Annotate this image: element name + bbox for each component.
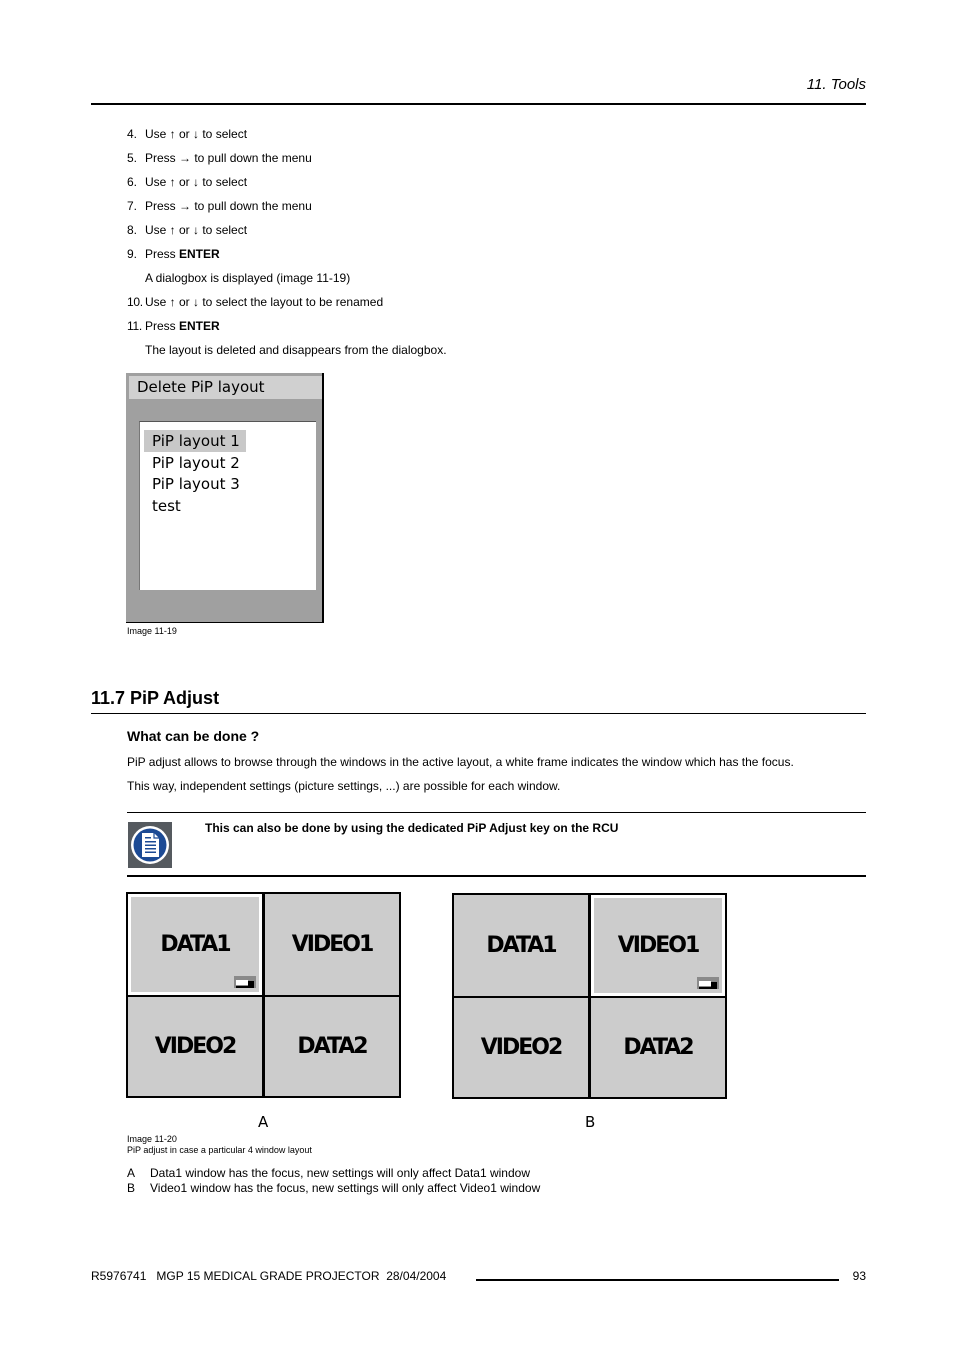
step-item: 9. Press ENTER [127,242,447,266]
step-number: 11. [127,319,142,333]
pip-window-data2: DATA2 [591,998,725,1097]
step-item: 5. Press → to pull down the menu [127,146,447,170]
step-number: 10. [127,295,143,309]
layout-list-item[interactable]: test [144,495,187,517]
step-item: 8. Use ↑ or ↓ to select [127,218,447,242]
chapter-title: 11. Tools [806,76,866,93]
header-divider [91,103,866,105]
note-text: This can also be done by using the dedic… [205,821,619,835]
step-item: 6. Use ↑ or ↓ to select [127,170,447,194]
step-result: The layout is deleted and disappears fro… [127,338,447,362]
window-label: DATA2 [623,1035,694,1060]
legend-item: B Video1 window has the focus, new settin… [127,1181,540,1195]
layout-list-item[interactable]: PiP layout 2 [144,452,246,474]
step-text: A dialogbox is displayed (image 11-19) [145,271,351,285]
step-text: Press [145,247,180,261]
subsection-title: What can be done ? [127,728,260,744]
window-label: DATA2 [297,1034,368,1059]
footer-divider [476,1279,839,1281]
step-number: 9. [127,247,138,261]
figure-label-a: A [258,1113,269,1131]
paragraph: This way, independent settings (picture … [127,779,561,793]
step-item: 7. Press → to pull down the menu [127,194,447,218]
window-label: VIDEO2 [154,1034,238,1059]
window-label: VIDEO2 [480,1035,564,1060]
step-number: 7. [127,199,138,213]
pip-layout-figure-b: DATA1 VIDEO1 VIDEO2 DATA2 [452,893,727,1099]
step-result: A dialogbox is displayed (image 11-19) [127,266,447,290]
step-number: 5. [127,151,138,165]
image-caption: Image 11-19 [127,626,177,636]
pip-window-video1: VIDEO1 [591,895,725,996]
legend-text: Data1 window has the focus, new settings… [150,1166,530,1180]
pip-window-video2: VIDEO2 [454,998,588,1097]
pip-layout-figure-a: DATA1 VIDEO1 VIDEO2 DATA2 [126,892,401,1098]
focus-indicator-icon [234,976,256,988]
image-caption-text: PiP adjust in case a particular 4 window… [127,1145,312,1155]
page-number: 93 [852,1269,866,1283]
key-name: ENTER [179,247,220,261]
figure-label-b: B [585,1113,596,1131]
pip-window-data1: DATA1 [454,895,588,996]
footer-document-info: R5976741 MGP 15 MEDICAL GRADE PROJECTOR … [91,1269,447,1283]
step-text: Use ↑ or ↓ to select [145,175,248,189]
window-label: VIDEO1 [291,932,375,957]
window-label: VIDEO1 [617,933,701,958]
layout-list-item-selected[interactable]: PiP layout 1 [144,430,246,452]
step-text: Press → to pull down the menu [145,151,312,165]
step-item: 10. Use ↑ or ↓ to select the layout to be… [127,290,447,314]
window-label: DATA1 [486,933,557,958]
step-item: 4. Use ↑ or ↓ to select [127,122,447,146]
note-divider-bottom [127,875,866,877]
step-text: Use ↑ or ↓ to select [145,127,248,141]
note-divider-top [127,812,866,813]
pip-window-data2: DATA2 [265,997,399,1096]
step-number: 6. [127,175,138,189]
legend-text: Video1 window has the focus, new setting… [150,1181,541,1195]
step-number: 8. [127,223,138,237]
step-number: 4. [127,127,138,141]
delete-pip-layout-dialog: Delete PiP layout PiP layout 1 PiP layou… [126,373,324,623]
step-text: Press → to pull down the menu [145,199,312,213]
step-text: The layout is deleted and disappears fro… [145,343,447,357]
note-document-icon [128,822,172,868]
step-item: 11. Press ENTER [127,314,447,338]
window-label: DATA1 [160,932,231,957]
legend-key: A [127,1166,136,1180]
section-divider [91,713,866,714]
pip-window-video2: VIDEO2 [128,997,262,1096]
layout-list: PiP layout 1 PiP layout 2 PiP layout 3 t… [139,421,316,590]
step-text: Press [145,319,180,333]
layout-list-item[interactable]: PiP layout 3 [144,473,246,495]
paragraph: PiP adjust allows to browse through the … [127,755,794,769]
legend-key: B [127,1181,136,1195]
pip-window-data1: DATA1 [128,894,262,995]
step-text: Use ↑ or ↓ to select [145,223,248,237]
image-caption: Image 11-20 [127,1134,177,1144]
dialog-title: Delete PiP layout [129,376,322,399]
key-name: ENTER [179,319,220,333]
section-title: 11.7 PiP Adjust [91,688,220,708]
step-text: Use ↑ or ↓ to select the layout to be re… [145,295,384,309]
legend-item: A Data1 window has the focus, new setting… [127,1166,530,1180]
pip-window-video1: VIDEO1 [265,894,399,995]
step-list: 4. Use ↑ or ↓ to select 5. Press → to pull… [127,122,447,362]
focus-indicator-icon [697,977,719,989]
